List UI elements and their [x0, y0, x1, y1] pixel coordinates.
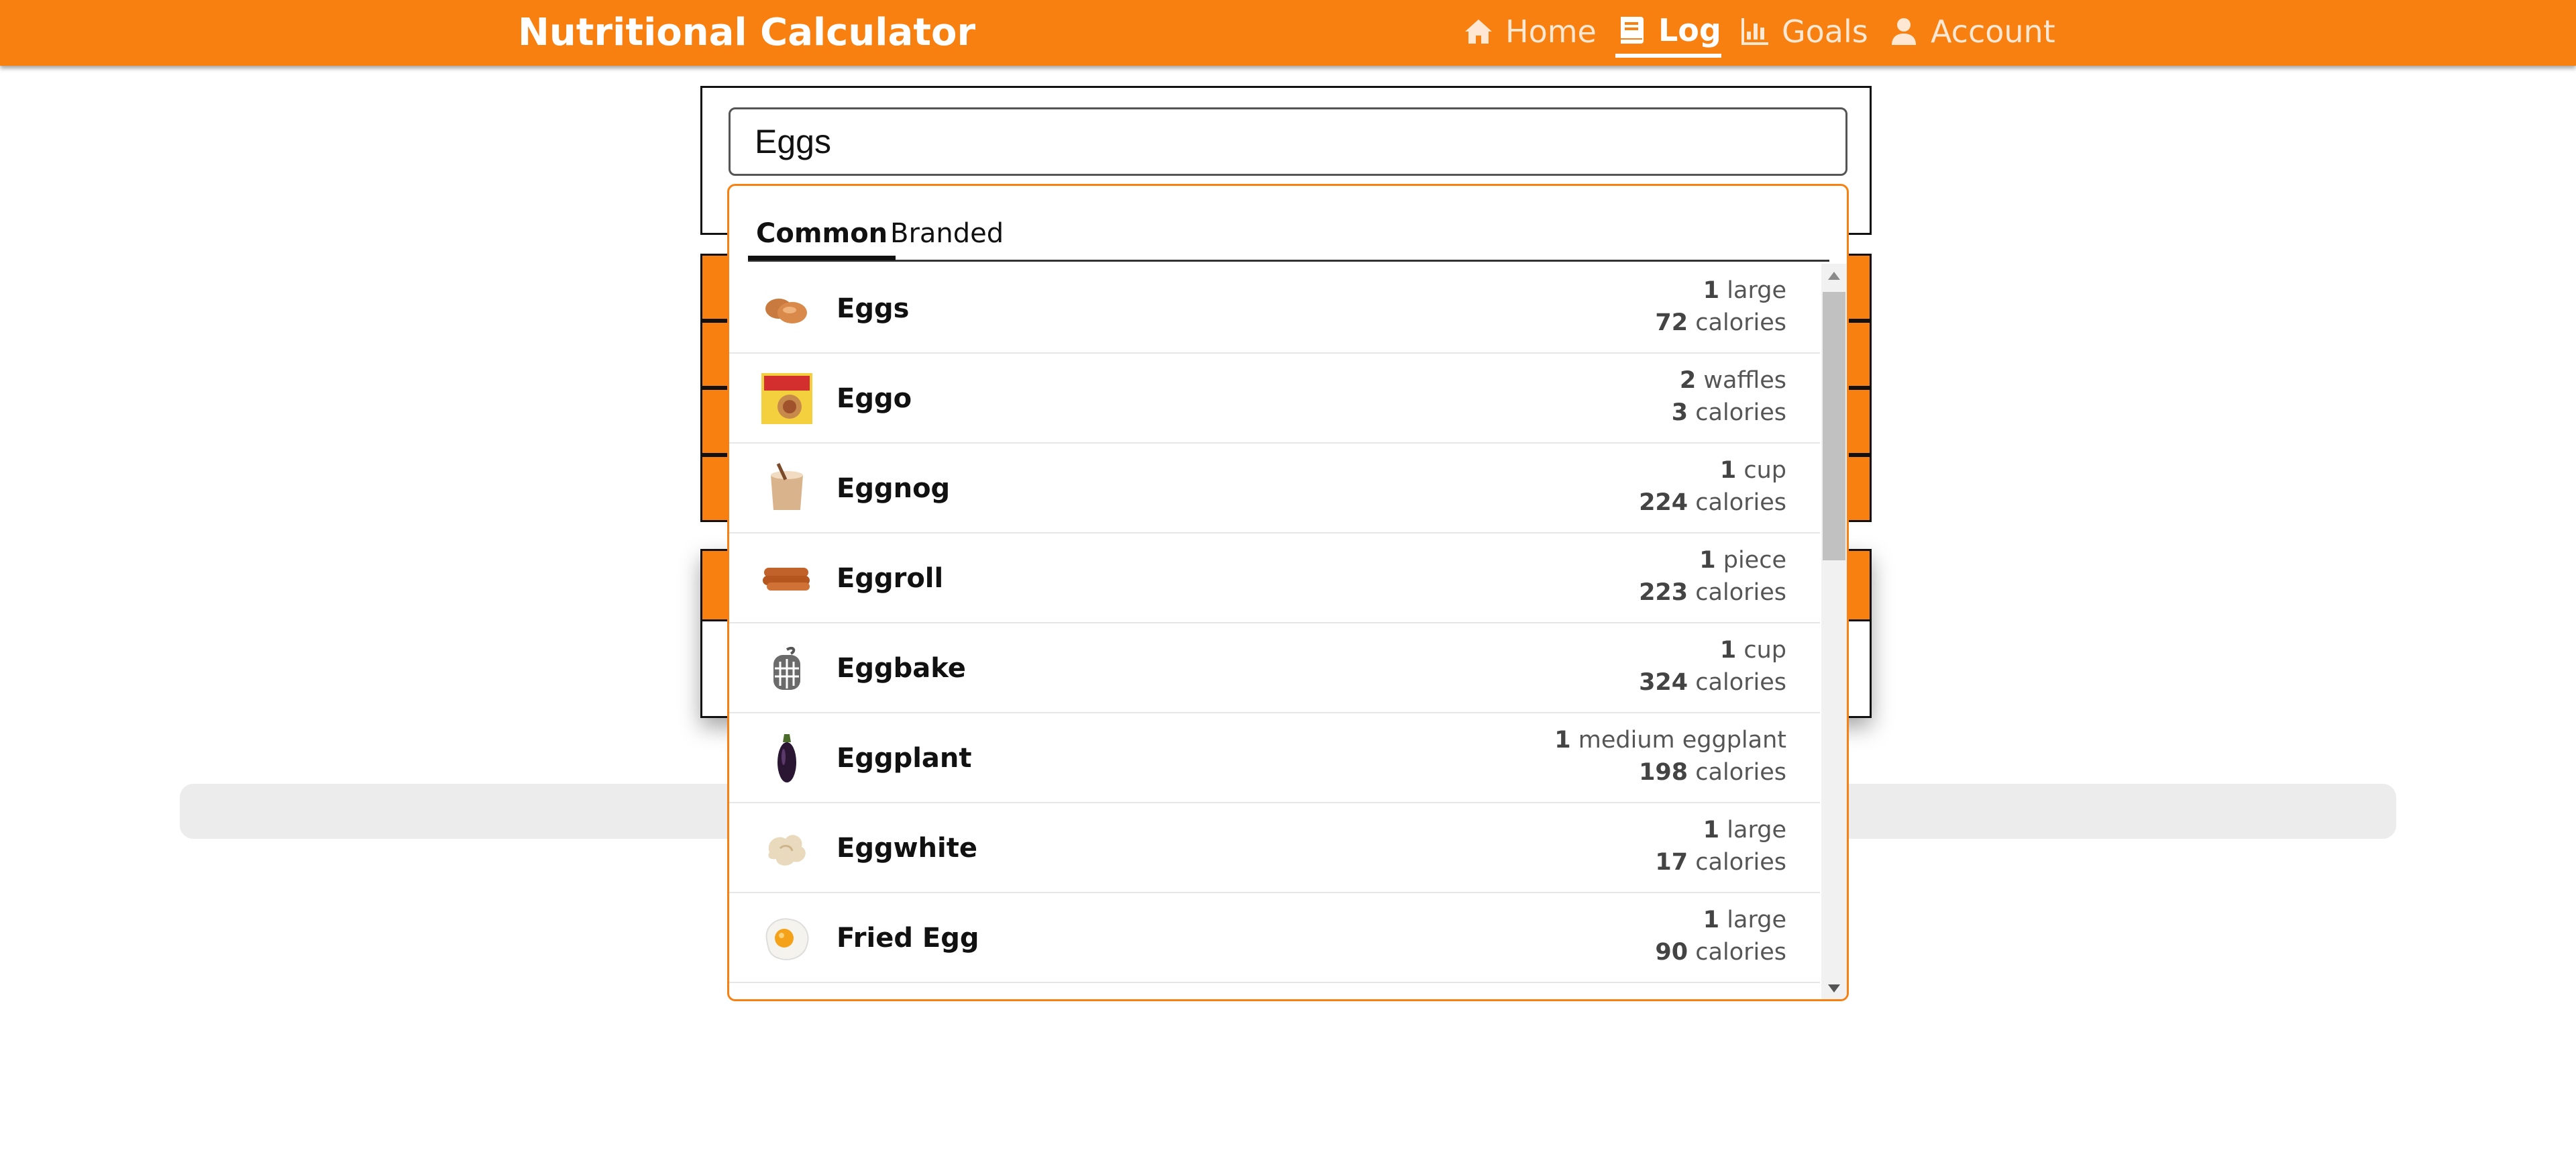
calories: 224 calories — [1639, 489, 1786, 516]
eggplant-thumbnail — [760, 731, 814, 785]
nav-home[interactable]: Home — [1462, 7, 1597, 56]
result-item[interactable]: Eggroll 1 piece 223 calories — [729, 533, 1820, 623]
tab-branded[interactable]: Branded — [882, 211, 1012, 256]
user-icon — [1892, 18, 1916, 45]
food-name: Eggbake — [837, 653, 966, 684]
serving-size: 1 large — [1703, 817, 1786, 844]
eggwhite-thumbnail — [760, 821, 814, 875]
results-list: Eggs 1 large 72 calories Eggo 2 waffles … — [729, 264, 1820, 999]
brand-title[interactable]: Nutritional Calculator — [518, 7, 975, 59]
result-item[interactable]: Eggo 2 waffles 3 calories — [729, 354, 1820, 444]
serving-size: 1 piece — [1699, 547, 1786, 574]
placeholder-food-icon — [760, 642, 814, 695]
food-name: Eggwhite — [837, 833, 977, 864]
bar-chart-icon — [1741, 18, 1768, 45]
result-item[interactable]: Eggbake 1 cup 324 calories — [729, 623, 1820, 713]
search-results-dropdown: Common Branded Eggs 1 large 72 calories … — [727, 184, 1849, 1001]
eggnog-thumbnail — [760, 462, 814, 515]
serving-size: 1 medium eggplant — [1554, 727, 1786, 754]
food-name: Eggnog — [837, 473, 951, 504]
eggs-thumbnail — [760, 282, 814, 336]
food-name: Fried Egg — [837, 923, 979, 954]
eggroll-thumbnail — [760, 552, 814, 605]
result-item[interactable]: Eggs 1 large 72 calories — [729, 264, 1820, 354]
result-item[interactable]: Eggnog 1 cup 224 calories — [729, 444, 1820, 533]
results-scrollbar[interactable] — [1821, 264, 1847, 999]
result-item[interactable]: Fried Egg 1 large 90 calories — [729, 893, 1820, 983]
calories: 324 calories — [1639, 669, 1786, 696]
result-item[interactable]: Eggplant 1 medium eggplant 198 calories — [729, 713, 1820, 803]
eggo-box-thumbnail — [760, 372, 814, 425]
nav-home-label: Home — [1505, 13, 1597, 50]
serving-size: 1 large — [1703, 277, 1786, 304]
serving-size: 1 cup — [1719, 457, 1786, 484]
top-navbar: Nutritional Calculator Home Log Goals Ac… — [0, 0, 2576, 66]
food-name: Eggroll — [837, 563, 944, 594]
book-icon — [1621, 17, 1644, 44]
results-tabs: Common Branded — [748, 206, 1829, 262]
result-item[interactable]: Eggwhite 1 large 17 calories — [729, 803, 1820, 893]
calories: 72 calories — [1655, 309, 1786, 336]
fried-egg-thumbnail — [760, 911, 814, 965]
nav-log-label: Log — [1658, 12, 1721, 48]
nav-account[interactable]: Account — [1888, 7, 2055, 56]
home-icon — [1465, 19, 1492, 44]
scrollbar-thumb[interactable] — [1823, 292, 1845, 560]
nav-goals-label: Goals — [1782, 13, 1868, 50]
food-name: Eggplant — [837, 743, 972, 774]
calories: 3 calories — [1671, 399, 1786, 426]
calories: 90 calories — [1655, 939, 1786, 966]
calories: 17 calories — [1655, 849, 1786, 876]
tab-common[interactable]: Common — [748, 211, 896, 260]
scroll-down-arrow-icon[interactable] — [1828, 984, 1840, 992]
calories: 198 calories — [1639, 759, 1786, 786]
food-search-input[interactable] — [729, 107, 1847, 176]
food-name: Eggs — [837, 293, 910, 324]
serving-size: 1 large — [1703, 907, 1786, 933]
calories: 223 calories — [1639, 579, 1786, 606]
scroll-up-arrow-icon[interactable] — [1828, 272, 1840, 280]
food-name: Eggo — [837, 383, 912, 414]
nav-account-label: Account — [1931, 13, 2055, 50]
serving-size: 1 cup — [1719, 637, 1786, 664]
nav-goals[interactable]: Goals — [1739, 7, 1868, 56]
serving-size: 2 waffles — [1679, 367, 1786, 394]
nav-log[interactable]: Log — [1615, 7, 1721, 58]
